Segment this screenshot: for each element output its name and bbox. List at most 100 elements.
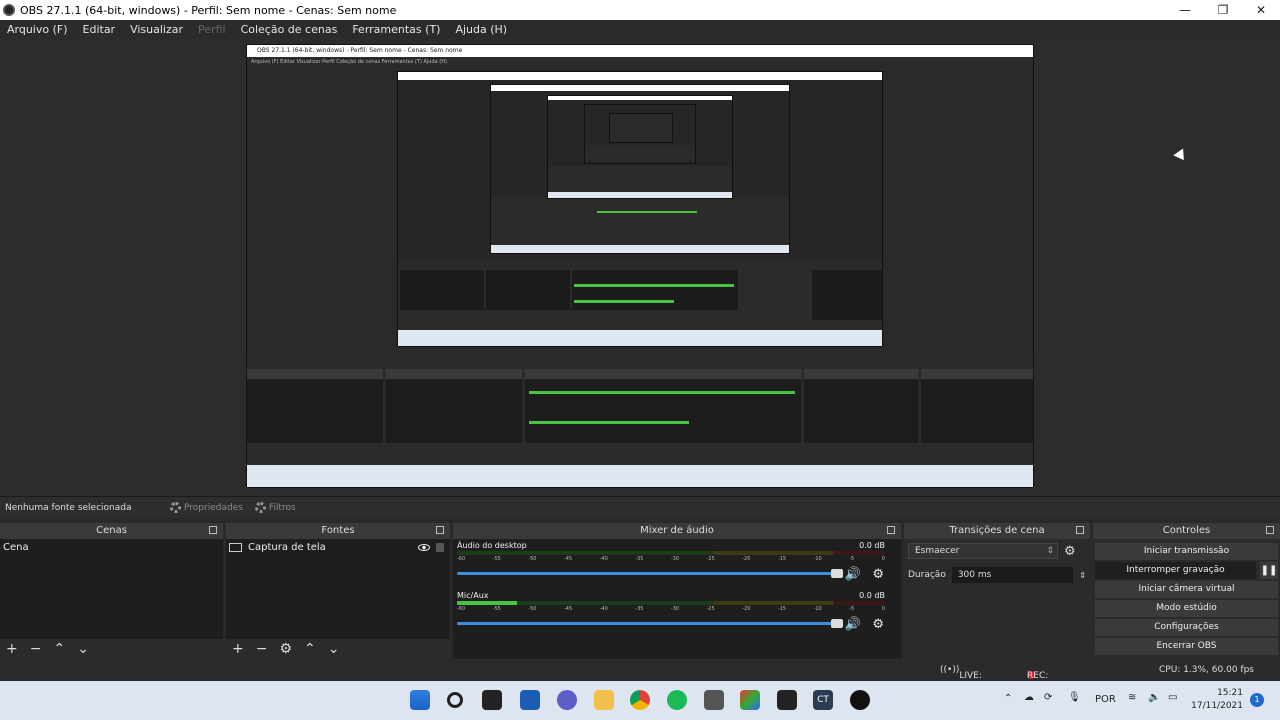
scenes-title: Cenas [96, 525, 127, 536]
status-bar: ((•)) LIVE: 00:00:00 REC: 00:05:36 CPU: … [0, 659, 1280, 691]
nested-preview [247, 67, 1033, 349]
undock-icon[interactable] [1076, 526, 1084, 534]
add-icon[interactable]: + [232, 641, 244, 657]
add-icon[interactable]: + [6, 641, 18, 657]
lock-icon[interactable] [436, 543, 444, 552]
notification-badge[interactable]: 1 [1250, 693, 1264, 707]
menu-profile[interactable]: Perfil [198, 23, 226, 36]
scene-name: Cena [3, 542, 29, 553]
chrome-icon[interactable] [630, 690, 650, 710]
menu-scene-collection[interactable]: Coleção de cenas [241, 23, 338, 36]
tick-label: -20 [742, 606, 751, 612]
source-item[interactable]: Captura de tela [226, 539, 450, 556]
tick-label: 0 [881, 606, 885, 612]
volume-slider[interactable] [457, 569, 843, 578]
notepad-icon[interactable] [777, 690, 797, 710]
wifi-icon[interactable]: ≋ [1128, 692, 1136, 703]
scenes-dock: Cenas Cena + − ⌃ ⌄ [0, 523, 223, 659]
remove-icon[interactable]: − [256, 641, 268, 657]
menu-edit[interactable]: Editar [83, 23, 116, 36]
menu-file[interactable]: Arquivo (F) [7, 23, 68, 36]
live-status: ((•)) LIVE: 00:00:00 [940, 665, 1000, 691]
nested-level-1 [397, 71, 883, 347]
pause-icon[interactable]: ❚❚ [1260, 562, 1278, 579]
search-icon[interactable] [447, 692, 463, 708]
minimize-button[interactable]: — [1166, 0, 1204, 20]
virtual-camera-button[interactable]: Iniciar câmera virtual [1095, 581, 1278, 598]
maximize-button[interactable]: ❐ [1204, 0, 1242, 20]
volume-slider[interactable] [457, 619, 843, 628]
eye-icon[interactable] [418, 544, 430, 551]
move-down-icon[interactable]: ⌄ [77, 641, 89, 657]
speaker-icon[interactable]: 🔊 [845, 617, 861, 632]
title-bar: OBS 27.1.1 (64-bit, windows) - Perfil: S… [0, 0, 1280, 20]
scenes-footer: + − ⌃ ⌄ [0, 639, 223, 659]
mixer-dock: Mixer de áudio Áudio do desktop 0.0 dB -… [453, 523, 901, 659]
start-stream-button[interactable]: Iniciar transmissão [1095, 543, 1278, 560]
chat-icon[interactable] [557, 690, 577, 710]
scene-item[interactable]: Cena [0, 539, 223, 556]
slider-knob[interactable] [831, 619, 843, 628]
move-up-icon[interactable]: ⌃ [53, 641, 65, 657]
chevron-up-icon[interactable]: ⌃ [1004, 693, 1012, 704]
gear-icon[interactable]: ⚙ [1064, 544, 1076, 559]
gear-icon[interactable]: ⚙ [872, 567, 884, 582]
menu-view[interactable]: Visualizar [130, 23, 183, 36]
ct-app-icon[interactable]: CT [813, 690, 833, 710]
move-up-icon[interactable]: ⌃ [304, 641, 316, 657]
sync-icon[interactable]: ⟳ [1044, 692, 1052, 703]
scenes-header: Cenas [0, 523, 223, 539]
tick-label: -15 [777, 556, 787, 562]
nested-title: OBS 27.1.1 (64-bit, windows) - Perfil: S… [247, 45, 1033, 57]
properties-button[interactable]: Propriedades [170, 502, 243, 513]
gear-icon[interactable]: ⚙ [872, 617, 884, 632]
file-explorer-icon[interactable] [594, 690, 614, 710]
transition-row: Esmaecer ⚙ [904, 539, 1090, 563]
studio-mode-button[interactable]: Modo estúdio [1095, 600, 1278, 617]
duration-input[interactable]: 300 ms [951, 567, 1074, 583]
paint-icon[interactable] [740, 690, 760, 710]
remove-icon[interactable]: − [30, 641, 42, 657]
volume-icon[interactable]: 🔈 [1148, 692, 1160, 703]
calculator-icon[interactable] [704, 690, 724, 710]
undock-icon[interactable] [887, 526, 895, 534]
start-icon[interactable] [410, 690, 430, 710]
widgets-icon[interactable] [520, 690, 540, 710]
undock-icon[interactable] [1266, 526, 1274, 534]
filters-button[interactable]: Filtros [254, 502, 296, 513]
transition-select[interactable]: Esmaecer [908, 543, 1058, 559]
obs-taskbar-icon[interactable] [850, 690, 870, 710]
stop-record-button[interactable]: Interromper gravação ❚❚ [1095, 562, 1278, 579]
sources-list: Captura de tela [226, 539, 450, 639]
settings-button[interactable]: Configurações [1095, 619, 1278, 636]
microphone-icon[interactable]: 🎙 [1068, 692, 1081, 703]
tick-label: 0 [881, 556, 885, 562]
battery-icon[interactable]: ▭ [1168, 692, 1177, 703]
language-indicator[interactable]: POR [1095, 694, 1116, 705]
undock-icon[interactable] [209, 526, 217, 534]
spotify-icon[interactable] [667, 690, 687, 710]
sources-dock: Fontes Captura de tela + − ⚙ ⌃ ⌄ [226, 523, 450, 659]
clock[interactable]: 15:21 17/11/2021 [1191, 687, 1243, 713]
close-button[interactable]: ✕ [1242, 0, 1280, 20]
cloud-icon[interactable]: ☁ [1024, 692, 1034, 703]
settings-gear-icon[interactable]: ⚙ [279, 641, 292, 657]
move-down-icon[interactable]: ⌄ [328, 641, 340, 657]
spinner-icon[interactable]: ⇕ [1079, 571, 1086, 580]
preview-area[interactable]: OBS 27.1.1 (64-bit, windows) - Perfil: S… [0, 38, 1280, 496]
task-view-icon[interactable] [482, 690, 502, 710]
speaker-icon[interactable]: 🔊 [845, 567, 861, 582]
exit-button[interactable]: Encerrar OBS [1095, 638, 1278, 655]
menu-tools[interactable]: Ferramentas (T) [352, 23, 440, 36]
menu-help[interactable]: Ajuda (H) [455, 23, 507, 36]
meter-level [457, 601, 517, 605]
tick-label: -55 [492, 556, 501, 562]
monitor-icon [229, 543, 242, 552]
undock-icon[interactable] [436, 526, 444, 534]
window-controls: — ❐ ✕ [1166, 0, 1280, 20]
preview-canvas[interactable]: OBS 27.1.1 (64-bit, windows) - Perfil: S… [246, 44, 1034, 488]
tick-label: -50 [528, 556, 537, 562]
channel-name: Áudio do desktop [457, 541, 527, 550]
slider-knob[interactable] [831, 569, 843, 578]
tick-label: -10 [813, 606, 822, 612]
